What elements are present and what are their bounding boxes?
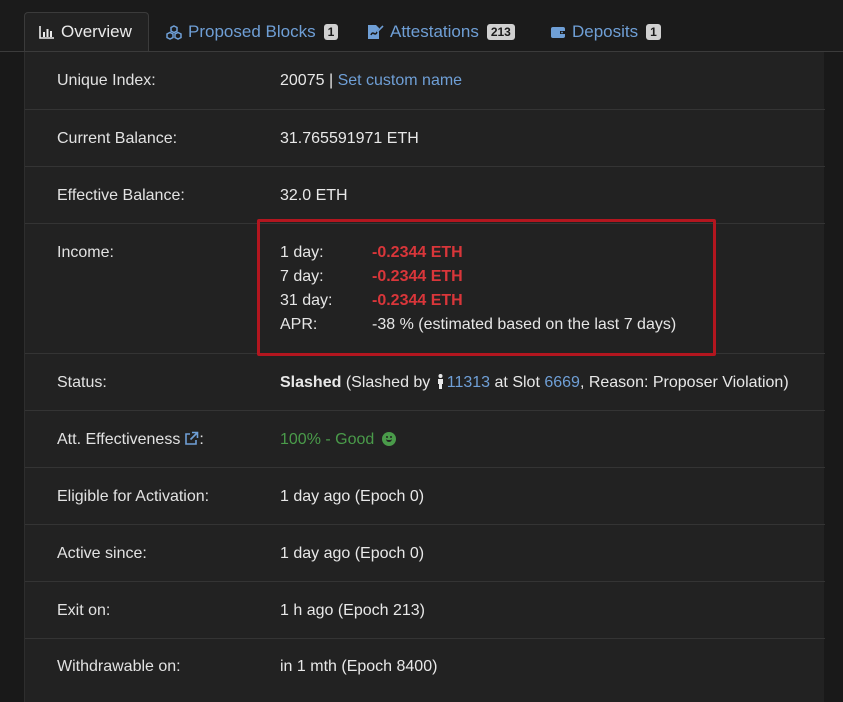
overview-panel: Unique Index: 20075 | Set custom name Cu… xyxy=(24,52,825,702)
proposed-blocks-count-badge: 1 xyxy=(323,24,339,40)
slasher-validator-link[interactable]: 11313 xyxy=(447,374,490,391)
signature-icon xyxy=(366,24,384,40)
status-text-at: at Slot xyxy=(494,374,540,391)
slot-link[interactable]: 6669 xyxy=(544,374,580,391)
tab-deposits[interactable]: Deposits 1 xyxy=(536,12,675,52)
current-balance-label: Current Balance: xyxy=(57,130,178,147)
smile-icon xyxy=(381,432,396,446)
exit-on-label: Exit on: xyxy=(57,602,111,619)
status-value: Slashed (Slashed by 11313 at Slot 6669, … xyxy=(280,374,789,394)
status-label: Status: xyxy=(57,374,107,391)
attestations-count-badge: 213 xyxy=(486,24,515,40)
tab-overview[interactable]: Overview xyxy=(24,12,149,52)
status-state: Slashed xyxy=(280,374,342,391)
unique-index-row: Unique Index: 20075 | Set custom name xyxy=(25,52,825,110)
effective-balance-value: 32.0 ETH xyxy=(280,187,348,204)
income-highlight-box xyxy=(257,219,716,356)
income-label: Income: xyxy=(57,244,114,261)
status-text-open: (Slashed by xyxy=(345,374,431,391)
unique-index-value: 20075 | Set custom name xyxy=(280,72,462,90)
active-since-row: Active since: 1 day ago (Epoch 0) xyxy=(25,525,825,582)
current-balance-value: 31.765591971 ETH xyxy=(280,130,419,147)
eligible-label: Eligible for Activation: xyxy=(57,488,210,505)
exit-on-row: Exit on: 1 h ago (Epoch 213) xyxy=(25,582,825,639)
status-reason: , Reason: Proposer Violation) xyxy=(579,374,789,391)
att-effectiveness-row: Att. Effectiveness : 100% - Good xyxy=(25,411,825,468)
tab-attestations[interactable]: Attestations 213 xyxy=(352,12,529,52)
effective-balance-label: Effective Balance: xyxy=(57,187,185,204)
cubes-icon xyxy=(166,24,182,40)
effective-balance-row: Effective Balance: 32.0 ETH xyxy=(25,167,825,224)
deposits-count-badge: 1 xyxy=(646,24,661,40)
wallet-icon xyxy=(550,25,566,39)
active-since-label: Active since: xyxy=(57,545,147,562)
exit-on-value: 1 h ago (Epoch 213) xyxy=(280,602,425,619)
person-icon xyxy=(437,374,444,394)
tab-bar: Overview Proposed Blocks 1 Attestations … xyxy=(0,0,843,52)
att-effectiveness-suffix: : xyxy=(199,431,204,448)
att-effectiveness-value: 100% - Good xyxy=(280,431,375,448)
status-row: Status: Slashed (Slashed by 11313 at Slo… xyxy=(25,354,825,411)
att-effectiveness-label-wrap: Att. Effectiveness : xyxy=(57,431,204,451)
external-link-icon[interactable] xyxy=(184,431,199,451)
chart-icon xyxy=(39,25,55,39)
unique-index-label: Unique Index: xyxy=(57,72,156,89)
tab-attestations-label: Attestations xyxy=(390,22,479,41)
att-effectiveness-value-wrap: 100% - Good xyxy=(280,431,396,449)
unique-index-number: 20075 xyxy=(280,72,325,89)
tab-overview-label: Overview xyxy=(61,22,132,41)
set-custom-name-link[interactable]: Set custom name xyxy=(338,72,463,89)
tab-deposits-label: Deposits xyxy=(572,22,639,41)
unique-index-separator: | xyxy=(328,72,334,89)
eligible-row: Eligible for Activation: 1 day ago (Epoc… xyxy=(25,468,825,525)
active-since-value: 1 day ago (Epoch 0) xyxy=(280,545,425,562)
eligible-value: 1 day ago (Epoch 0) xyxy=(280,488,425,505)
withdrawable-row: Withdrawable on: in 1 mth (Epoch 8400) xyxy=(25,639,825,699)
tab-proposed-blocks[interactable]: Proposed Blocks 1 xyxy=(152,12,352,52)
withdrawable-label: Withdrawable on: xyxy=(57,658,181,675)
withdrawable-value: in 1 mth (Epoch 8400) xyxy=(280,658,438,675)
tab-proposed-blocks-label: Proposed Blocks xyxy=(188,22,316,41)
current-balance-row: Current Balance: 31.765591971 ETH xyxy=(25,110,825,167)
att-effectiveness-label: Att. Effectiveness xyxy=(57,431,181,448)
